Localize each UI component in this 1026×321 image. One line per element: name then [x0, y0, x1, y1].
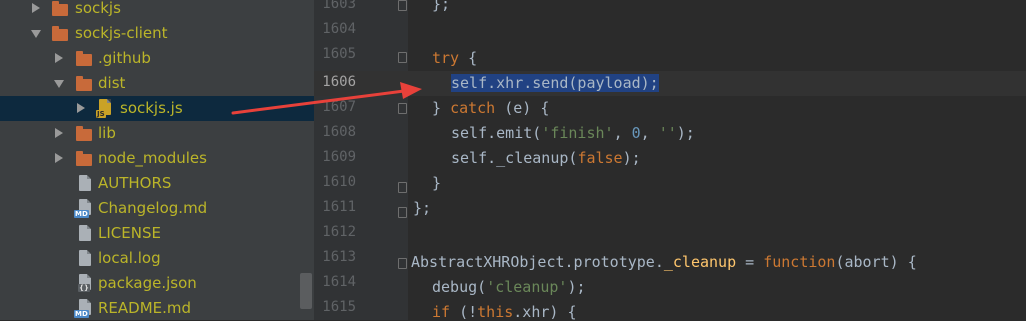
annotation-arrow-icon	[231, 82, 422, 115]
